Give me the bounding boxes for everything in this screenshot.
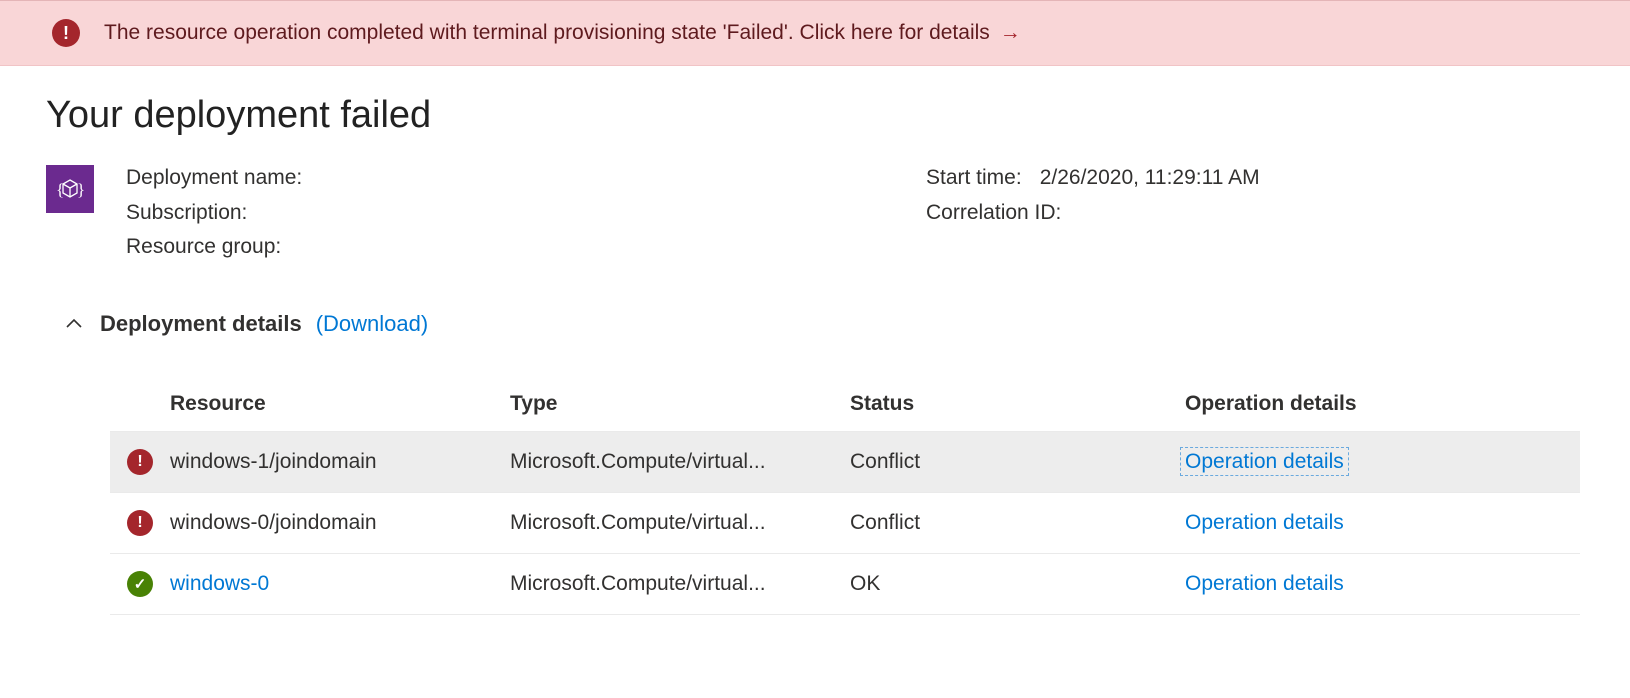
operation-details-link[interactable]: Operation details [1185, 511, 1344, 534]
error-icon: ! [127, 449, 153, 475]
subscription-label: Subscription: [126, 196, 247, 231]
deployment-details-table: Resource Type Status Operation details !… [110, 377, 1580, 615]
resource-cell: windows-1/joindomain [170, 450, 510, 474]
page-title: Your deployment failed [46, 94, 1584, 137]
type-cell: Microsoft.Compute/virtual... [510, 572, 850, 596]
col-type: Type [510, 392, 850, 416]
deployment-name-label: Deployment name: [126, 161, 302, 196]
error-banner[interactable]: ! The resource operation completed with … [0, 0, 1630, 66]
status-cell: Conflict [850, 511, 1185, 535]
col-resource: Resource [170, 392, 510, 416]
start-time-label: Start time: [926, 161, 1022, 196]
status-cell: Conflict [850, 450, 1185, 474]
start-time-value: 2/26/2020, 11:29:11 AM [1040, 161, 1260, 196]
deployment-details-header[interactable]: Deployment details (Download) [66, 311, 1584, 337]
operation-details-link[interactable]: Operation details [1180, 447, 1349, 476]
arm-template-icon: { } [46, 165, 94, 213]
col-operation-details: Operation details [1185, 392, 1485, 416]
resource-cell: windows-0/joindomain [170, 511, 510, 535]
download-link[interactable]: (Download) [316, 311, 429, 337]
deployment-details-title: Deployment details [100, 311, 302, 337]
col-status: Status [850, 392, 1185, 416]
table-row[interactable]: ! windows-1/joindomainMicrosoft.Compute/v… [110, 432, 1580, 493]
summary-right-column: Start time: 2/26/2020, 11:29:11 AM Correl… [926, 161, 1584, 265]
table-row[interactable]: ✓ windows-0 Microsoft.Compute/virtual...OK… [110, 554, 1580, 615]
table-row[interactable]: ! windows-0/joindomainMicrosoft.Compute/v… [110, 493, 1580, 554]
arrow-right-icon: → [1000, 21, 1021, 45]
svg-text:}: } [77, 180, 85, 199]
resource-link[interactable]: windows-0 [170, 572, 269, 595]
type-cell: Microsoft.Compute/virtual... [510, 450, 850, 474]
success-icon: ✓ [127, 571, 153, 597]
deployment-summary: { } Deployment name: Subscription: Resou… [46, 161, 1584, 265]
type-cell: Microsoft.Compute/virtual... [510, 511, 850, 535]
correlation-id-label: Correlation ID: [926, 196, 1061, 231]
error-icon: ! [127, 510, 153, 536]
status-cell: OK [850, 572, 1185, 596]
banner-message: The resource operation completed with te… [104, 21, 990, 45]
table-header: Resource Type Status Operation details [110, 377, 1580, 432]
chevron-up-icon [66, 315, 82, 333]
summary-left-column: Deployment name: Subscription: Resource … [126, 161, 926, 265]
operation-details-link[interactable]: Operation details [1185, 572, 1344, 595]
content-area: Your deployment failed { } Deployment na… [0, 66, 1630, 615]
cube-brackets-icon: { } [55, 174, 85, 204]
resource-group-label: Resource group: [126, 230, 281, 265]
error-icon: ! [52, 19, 80, 47]
resource-cell: windows-0 [170, 572, 510, 596]
